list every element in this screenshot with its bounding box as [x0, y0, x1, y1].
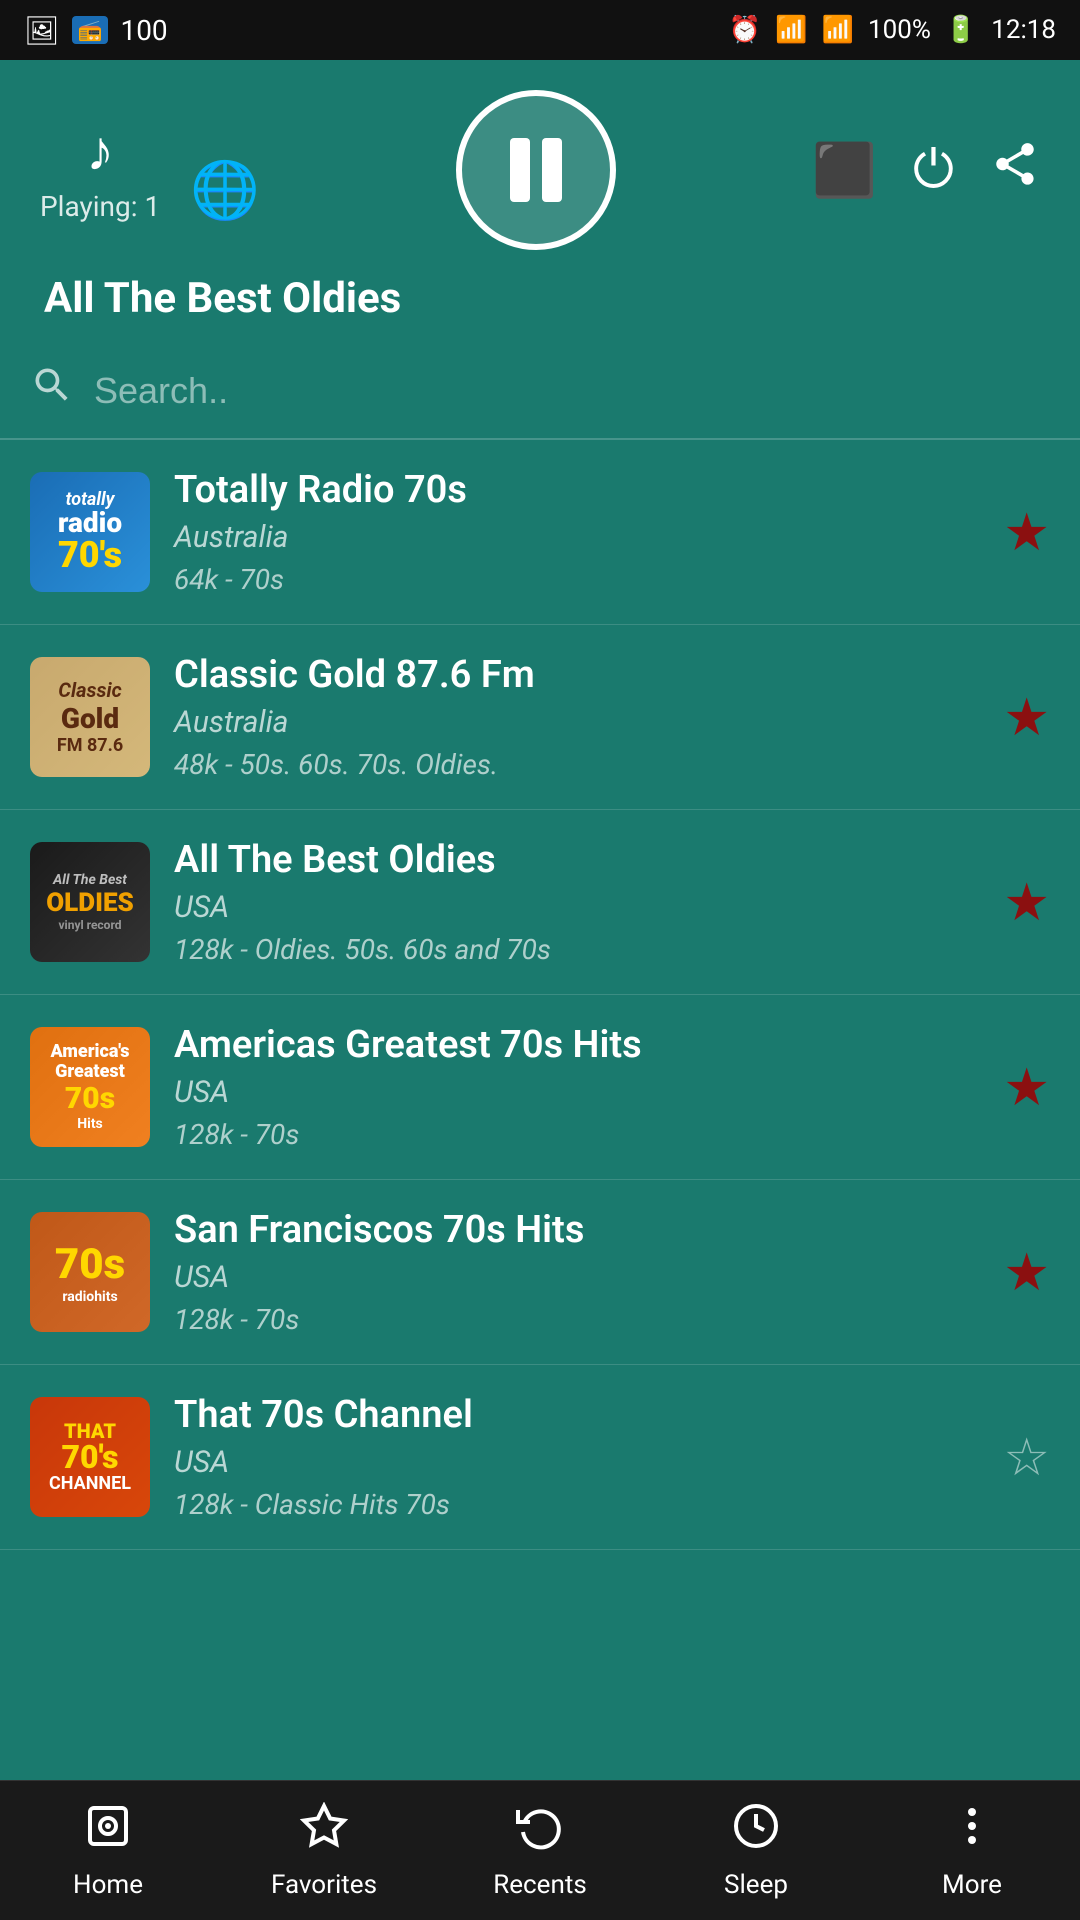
recents-icon — [516, 1802, 564, 1862]
list-item[interactable]: totally radio 70's Totally Radio 70s Aus… — [0, 440, 1080, 625]
nav-recents[interactable]: Recents — [432, 1802, 648, 1900]
playing-label: Playing: 1 — [40, 190, 160, 223]
list-item[interactable]: Classic Gold FM 87.6 Classic Gold 87.6 F… — [0, 625, 1080, 810]
list-item[interactable]: All The Best OLDIES vinyl record All The… — [0, 810, 1080, 995]
pause-icon — [510, 138, 562, 202]
station-country: USA — [174, 1445, 979, 1480]
station-meta: 128k - Classic Hits 70s — [174, 1488, 979, 1521]
station-logo: totally radio 70's — [30, 472, 150, 592]
stop-button[interactable]: ⬛ — [812, 140, 877, 201]
home-label: Home — [73, 1870, 143, 1900]
time-display: 12:18 — [991, 15, 1056, 45]
list-item[interactable]: 70s radiohits San Franciscos 70s Hits US… — [0, 1180, 1080, 1365]
app-title: All The Best Oldies — [40, 274, 1040, 323]
station-info: That 70s Channel USA 128k - Classic Hits… — [174, 1393, 979, 1521]
station-meta: 128k - 70s — [174, 1118, 979, 1151]
radio-icon: 📻 — [72, 16, 109, 44]
station-list: totally radio 70's Totally Radio 70s Aus… — [0, 440, 1080, 1900]
favorite-button[interactable]: ★ — [1003, 502, 1050, 563]
favorites-label: Favorites — [271, 1870, 377, 1900]
favorite-button[interactable]: ★ — [1003, 1057, 1050, 1118]
station-meta: 64k - 70s — [174, 563, 979, 596]
station-country: USA — [174, 890, 979, 925]
station-logo: America'sGreatest 70s Hits — [30, 1027, 150, 1147]
station-logo: 70s radiohits — [30, 1212, 150, 1332]
station-info: San Franciscos 70s Hits USA 128k - 70s — [174, 1208, 979, 1336]
pause-button[interactable] — [456, 90, 616, 250]
status-right: ⏰ 📶 📶 100% 🔋 12:18 — [729, 15, 1056, 45]
station-logo: All The Best OLDIES vinyl record — [30, 842, 150, 962]
image-icon: 🖼 — [24, 14, 60, 47]
sleep-icon — [732, 1802, 780, 1862]
station-name: That 70s Channel — [174, 1393, 979, 1437]
search-icon — [30, 363, 74, 418]
station-name: Americas Greatest 70s Hits — [174, 1023, 979, 1067]
header: ♪ Playing: 1 🌐 ⬛ ⏻ All The Best — [0, 60, 1080, 343]
favorite-button[interactable]: ☆ — [1003, 1427, 1050, 1488]
search-bar — [0, 343, 1080, 440]
share-button[interactable] — [990, 139, 1040, 201]
station-country: USA — [174, 1075, 979, 1110]
station-meta: 128k - 70s — [174, 1303, 979, 1336]
favorite-button[interactable]: ★ — [1003, 1242, 1050, 1303]
list-item[interactable]: THAT 70's CHANNEL That 70s Channel USA 1… — [0, 1365, 1080, 1550]
nav-favorites[interactable]: Favorites — [216, 1802, 432, 1900]
home-icon — [84, 1802, 132, 1862]
nav-sleep[interactable]: Sleep — [648, 1802, 864, 1900]
station-name: Classic Gold 87.6 Fm — [174, 653, 979, 697]
more-label: More — [942, 1870, 1002, 1900]
signal-count: 100 — [120, 14, 167, 47]
station-info: Classic Gold 87.6 Fm Australia 48k - 50s… — [174, 653, 979, 781]
wifi-icon: 📶 — [775, 15, 807, 45]
station-logo: THAT 70's CHANNEL — [30, 1397, 150, 1517]
station-meta: 128k - Oldies. 50s. 60s and 70s — [174, 933, 979, 966]
sleep-label: Sleep — [724, 1870, 788, 1900]
globe-icon: 🌐 — [190, 157, 260, 223]
favorite-button[interactable]: ★ — [1003, 687, 1050, 748]
status-left: 🖼 📻 100 — [24, 14, 168, 47]
station-info: Totally Radio 70s Australia 64k - 70s — [174, 468, 979, 596]
alarm-icon: ⏰ — [729, 15, 761, 45]
music-controls-left: ♪ Playing: 1 — [40, 118, 160, 223]
search-input[interactable] — [94, 370, 1050, 412]
right-controls: ⬛ ⏻ — [812, 139, 1040, 201]
music-note-icon[interactable]: ♪ — [86, 118, 114, 184]
nav-home[interactable]: Home — [0, 1802, 216, 1900]
station-name: All The Best Oldies — [174, 838, 979, 882]
station-info: Americas Greatest 70s Hits USA 128k - 70… — [174, 1023, 979, 1151]
bottom-nav: Home Favorites Recents Sleep — [0, 1780, 1080, 1920]
signal-icon: 📶 — [822, 15, 854, 45]
header-controls: ♪ Playing: 1 🌐 ⬛ ⏻ — [40, 90, 1040, 250]
station-name: Totally Radio 70s — [174, 468, 979, 512]
station-info: All The Best Oldies USA 128k - Oldies. 5… — [174, 838, 979, 966]
station-country: Australia — [174, 520, 979, 555]
battery-percent: 100% — [868, 15, 931, 45]
station-name: San Franciscos 70s Hits — [174, 1208, 979, 1252]
battery-icon: 🔋 — [945, 15, 977, 45]
favorites-icon — [300, 1802, 348, 1862]
globe-control[interactable]: 🌐 — [190, 157, 260, 223]
station-country: USA — [174, 1260, 979, 1295]
list-item[interactable]: America'sGreatest 70s Hits Americas Grea… — [0, 995, 1080, 1180]
more-icon — [948, 1802, 996, 1862]
favorite-button[interactable]: ★ — [1003, 872, 1050, 933]
recents-label: Recents — [493, 1870, 587, 1900]
status-bar: 🖼 📻 100 ⏰ 📶 📶 100% 🔋 12:18 — [0, 0, 1080, 60]
power-button[interactable]: ⏻ — [913, 139, 954, 201]
nav-more[interactable]: More — [864, 1802, 1080, 1900]
station-logo: Classic Gold FM 87.6 — [30, 657, 150, 777]
station-meta: 48k - 50s. 60s. 70s. Oldies. — [174, 748, 979, 781]
station-country: Australia — [174, 705, 979, 740]
